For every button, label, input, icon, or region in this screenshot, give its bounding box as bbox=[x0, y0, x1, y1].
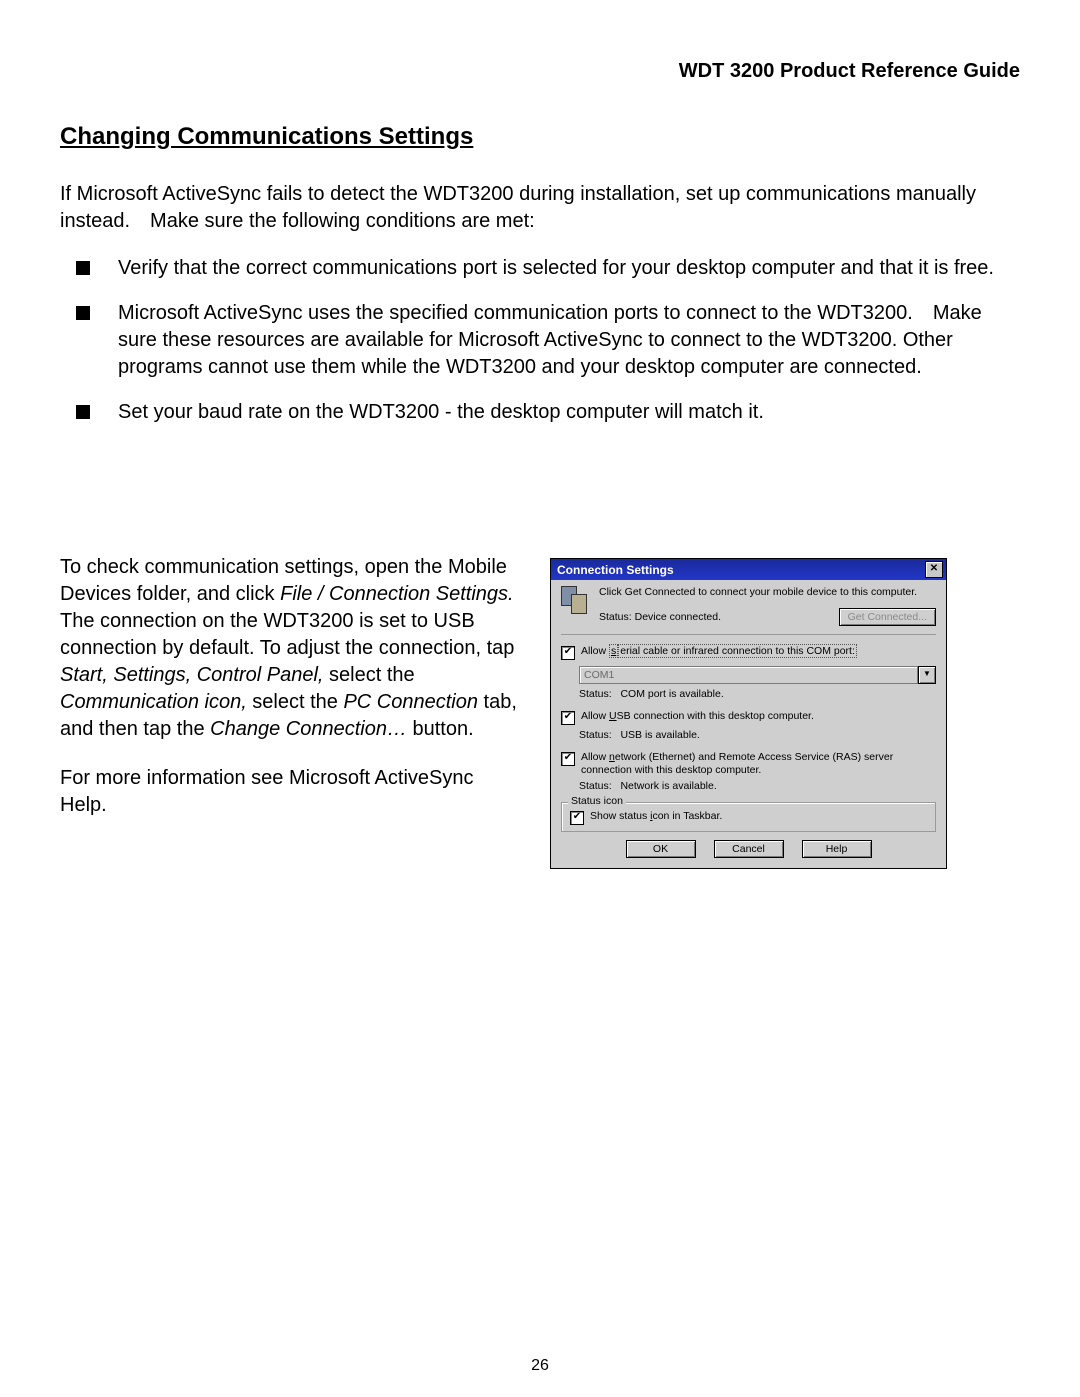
text: erial cable or infrared connection to th… bbox=[618, 644, 857, 658]
sync-icon bbox=[561, 586, 589, 626]
text: con in Taskbar. bbox=[652, 810, 722, 822]
text-italic: Communication icon, bbox=[60, 691, 247, 713]
help-button[interactable]: Help bbox=[802, 840, 872, 858]
status-value: Device connected. bbox=[635, 611, 721, 623]
section-title: Changing Communications Settings bbox=[60, 123, 1020, 151]
checkbox-icon[interactable]: ✔ bbox=[561, 752, 575, 766]
text-italic: File / Connection Settings. bbox=[280, 583, 513, 605]
text: Show status bbox=[590, 810, 650, 822]
ok-button[interactable]: OK bbox=[626, 840, 696, 858]
text: select the bbox=[323, 664, 414, 686]
get-connected-button[interactable]: Get Connected... bbox=[839, 608, 936, 626]
checkbox-icon[interactable]: ✔ bbox=[561, 646, 575, 660]
status-value: Network is available. bbox=[620, 780, 716, 792]
dialog-instruction: Click Get Connected to connect your mobi… bbox=[599, 586, 936, 598]
serial-checkbox-row[interactable]: ✔ Allow serial cable or infrared connect… bbox=[561, 645, 936, 660]
page-number: 26 bbox=[0, 1357, 1080, 1375]
checkbox-icon[interactable]: ✔ bbox=[561, 711, 575, 725]
text-italic: Start, Settings, Control Panel, bbox=[60, 664, 323, 686]
text: etwork (Ethernet) and Remote Access Serv… bbox=[581, 751, 893, 776]
text: SB connection with this desktop computer… bbox=[617, 710, 814, 722]
status-value: USB is available. bbox=[620, 729, 699, 741]
com-port-combobox[interactable]: COM1 ▼ bbox=[579, 666, 936, 684]
dialog-title: Connection Settings bbox=[557, 563, 674, 577]
bullet-item: Microsoft ActiveSync uses the specified … bbox=[70, 300, 1020, 399]
usb-checkbox-row[interactable]: ✔ Allow USB connection with this desktop… bbox=[561, 710, 936, 725]
bullet-list: Verify that the correct communications p… bbox=[60, 255, 1020, 444]
status-value: COM port is available. bbox=[620, 688, 723, 700]
text-underline: U bbox=[609, 710, 617, 722]
dialog-titlebar[interactable]: Connection Settings ✕ bbox=[551, 559, 946, 580]
text-italic: PC Connection bbox=[343, 691, 478, 713]
intro-paragraph: If Microsoft ActiveSync fails to detect … bbox=[60, 181, 1020, 235]
text-underline: s bbox=[609, 644, 618, 658]
instructions-column: To check communication settings, open th… bbox=[60, 554, 520, 841]
status-label: Status: bbox=[579, 688, 612, 700]
cancel-button[interactable]: Cancel bbox=[714, 840, 784, 858]
close-button[interactable]: ✕ bbox=[925, 561, 943, 578]
status-icon-group: Status icon ✔ Show status icon in Taskba… bbox=[561, 802, 936, 832]
checkbox-icon[interactable]: ✔ bbox=[570, 811, 584, 825]
status-label: Status: bbox=[599, 611, 632, 623]
group-legend: Status icon bbox=[568, 795, 626, 807]
bullet-item: Verify that the correct communications p… bbox=[70, 255, 1020, 300]
help-paragraph: For more information see Microsoft Activ… bbox=[60, 765, 520, 819]
status-label: Status: bbox=[579, 780, 612, 792]
status-label: Status: bbox=[579, 729, 612, 741]
dropdown-icon[interactable]: ▼ bbox=[918, 666, 936, 684]
text: button. bbox=[407, 718, 474, 740]
text-italic: Change Connection… bbox=[210, 718, 407, 740]
bullet-item: Set your baud rate on the WDT3200 - the … bbox=[70, 399, 1020, 444]
connection-settings-dialog: Connection Settings ✕ Click Get Connecte… bbox=[550, 558, 947, 869]
network-checkbox-row[interactable]: ✔ Allow network (Ethernet) and Remote Ac… bbox=[561, 751, 936, 776]
text: The connection on the WDT3200 is set to … bbox=[60, 610, 514, 659]
text: Allow bbox=[581, 645, 609, 657]
com-port-value: COM1 bbox=[579, 666, 918, 684]
text: Allow bbox=[581, 751, 609, 763]
show-icon-checkbox-row[interactable]: ✔ Show status icon in Taskbar. bbox=[570, 810, 927, 825]
document-header: WDT 3200 Product Reference Guide bbox=[60, 60, 1020, 83]
text: select the bbox=[247, 691, 344, 713]
text: Allow bbox=[581, 710, 609, 722]
